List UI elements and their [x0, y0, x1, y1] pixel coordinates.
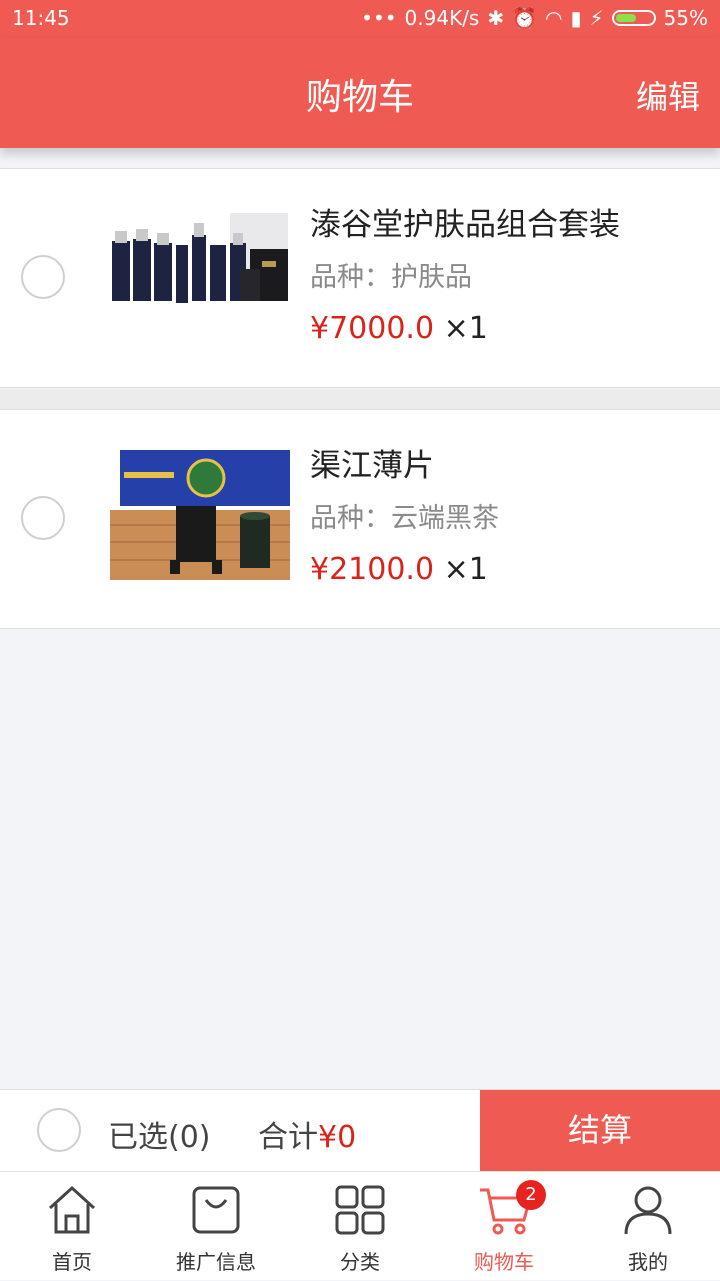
product-variant: 品种：云端黑茶 [310, 503, 499, 534]
status-indicators: ••• 0.94K/s ✱ ⏰ ◠ ▮ ⚡ 55% [361, 6, 708, 30]
tab-categories[interactable]: 分类 [288, 1172, 432, 1281]
product-quantity: ×1 [443, 552, 488, 587]
product-image-tea[interactable] [110, 450, 290, 580]
bluetooth-icon: ✱ [487, 6, 505, 30]
product-name[interactable]: 渠江薄片 [310, 440, 434, 485]
price-row: ¥2100.0 ×1 [310, 552, 488, 587]
total-label: 合计 [258, 1120, 318, 1155]
tab-profile[interactable]: 我的 [576, 1172, 720, 1281]
item-divider [0, 389, 720, 409]
network-speed: 0.94K/s [404, 6, 480, 30]
tab-label: 购物车 [474, 1250, 534, 1274]
item-select-radio[interactable] [21, 496, 65, 540]
wifi-icon: ◠ [545, 6, 563, 30]
select-all-radio[interactable] [37, 1108, 81, 1152]
cart-item: 溙谷堂护肤品组合套装 品种：护肤品 ¥7000.0 ×1 [0, 168, 720, 388]
tab-label: 我的 [628, 1250, 668, 1274]
signal-icon: ▮ [570, 6, 582, 30]
total-summary: 合计¥0 [258, 1112, 356, 1156]
bag-icon [192, 1186, 240, 1234]
price-row: ¥7000.0 ×1 [310, 311, 488, 346]
product-image-skincare-set[interactable] [110, 209, 290, 339]
alarm-icon: ⏰ [512, 6, 538, 30]
tab-label: 分类 [340, 1250, 380, 1274]
cart-item: 渠江薄片 品种：云端黑茶 ¥2100.0 ×1 [0, 409, 720, 629]
selected-count: 已选(0) [108, 1120, 211, 1155]
tab-promotions[interactable]: 推广信息 [144, 1172, 288, 1281]
edit-button[interactable]: 编辑 [636, 72, 700, 118]
page-title: 购物车 [305, 77, 414, 118]
cart-badge: 2 [516, 1180, 546, 1210]
battery-percent: 55% [663, 6, 708, 30]
product-quantity: ×1 [443, 311, 488, 346]
status-bar: 11:45 ••• 0.94K/s ✱ ⏰ ◠ ▮ ⚡ 55% [0, 0, 720, 38]
title-bar: 购物车 编辑 [0, 38, 720, 148]
tab-label: 推广信息 [176, 1250, 256, 1274]
checkout-button[interactable]: 结算 [480, 1090, 720, 1171]
product-variant: 品种：护肤品 [310, 262, 472, 293]
home-icon [48, 1185, 96, 1234]
user-icon [624, 1186, 672, 1235]
product-name[interactable]: 溙谷堂护肤品组合套装 [310, 199, 620, 244]
total-value: ¥0 [318, 1120, 357, 1155]
tab-home[interactable]: 首页 [0, 1172, 144, 1281]
tab-cart[interactable]: 2 购物车 [432, 1172, 576, 1281]
charging-icon: ⚡ [589, 6, 604, 30]
item-select-radio[interactable] [21, 255, 65, 299]
more-dots-icon: ••• [361, 6, 397, 30]
bottom-tab-bar: 首页 推广信息 分类 2 购物车 我的 [0, 1171, 720, 1280]
tab-label: 首页 [52, 1250, 92, 1274]
product-price: ¥7000.0 [310, 311, 435, 346]
battery-level [615, 14, 636, 22]
product-price: ¥2100.0 [310, 552, 435, 587]
status-time: 11:45 [12, 6, 70, 30]
grid-icon [335, 1185, 385, 1235]
battery-icon [611, 10, 656, 26]
checkout-bar: 已选(0) 合计¥0 结算 [0, 1089, 720, 1171]
